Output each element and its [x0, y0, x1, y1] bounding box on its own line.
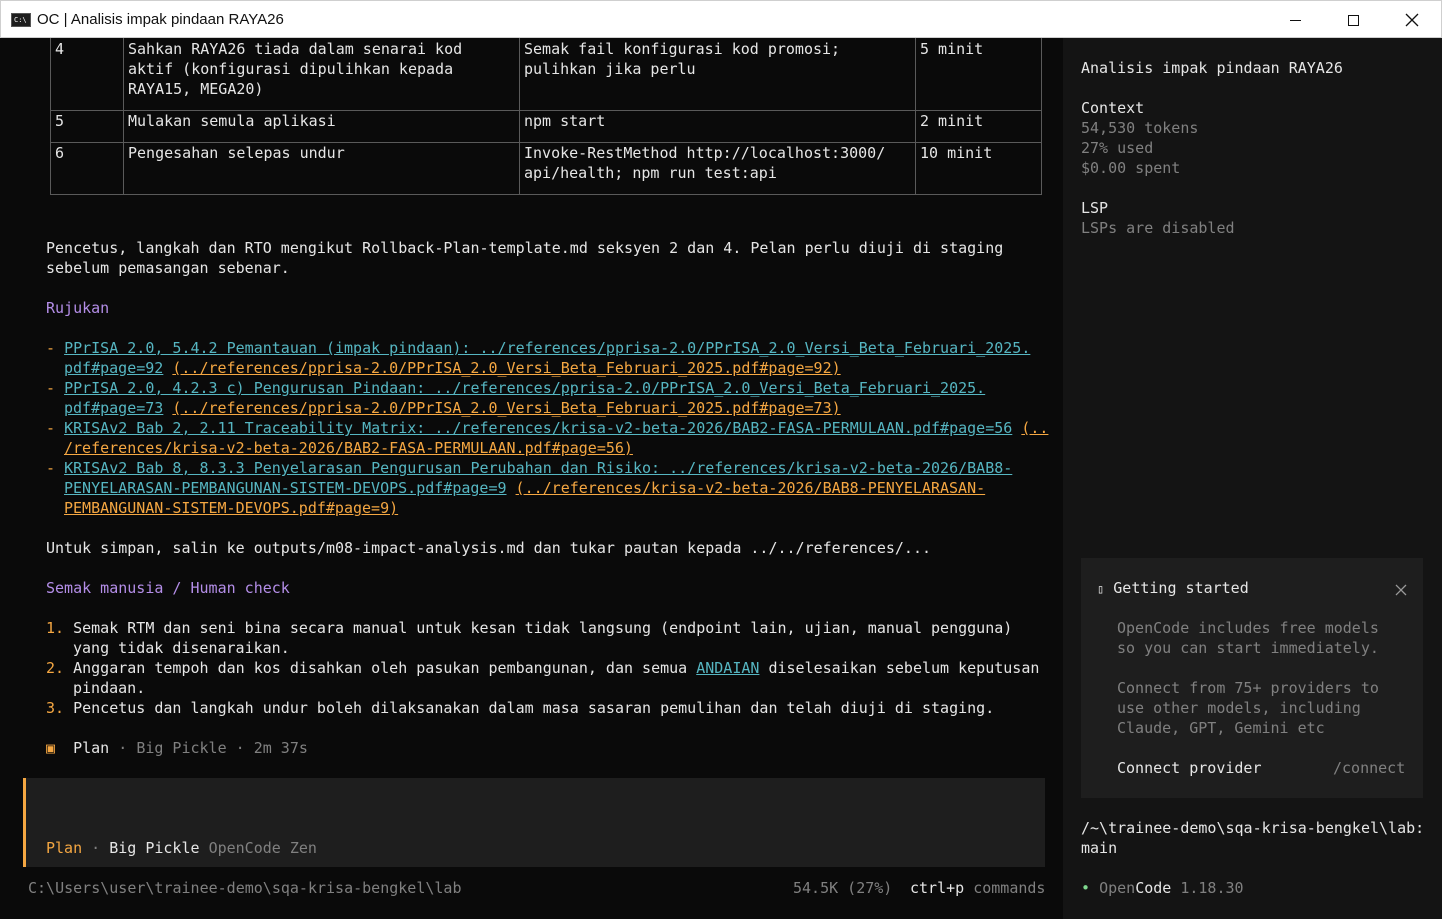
reference-link[interactable]: PPrISA 2.0, 4.2.3 c) Pengurusan Pindaan:… — [64, 379, 985, 397]
step-description: Sahkan RAYA26 tiada dalam senarai kod ak… — [123, 38, 520, 111]
reference-path-link[interactable]: (../references/pprisa-2.0/PPrISA_2.0_Ver… — [172, 399, 840, 417]
step-number: 4 — [50, 38, 124, 111]
reference-item-cont: /references/krisa-v2-beta-2026/BAB2-FASA… — [64, 438, 633, 458]
connect-command: /connect — [1333, 759, 1406, 777]
project-path: /~\trainee-demo\sqa-krisa-bengkel\lab: m… — [1081, 819, 1425, 857]
table-row: 6 Pengesahan selepas undur Invoke-RestMeth… — [50, 142, 1042, 195]
step-description: Pengesahan selepas undur — [123, 142, 520, 195]
message-meta: ▣ Plan · Big Pickle · 2m 37s — [46, 739, 308, 757]
context-label: Context — [1081, 99, 1145, 117]
dismiss-button[interactable] — [1395, 582, 1407, 600]
command-shortcut[interactable]: ctrl+p commands — [910, 878, 1045, 898]
close-button[interactable] — [1383, 1, 1441, 39]
step-duration: 5 minit — [915, 38, 1042, 111]
context-usage: 54.5K (27%) — [793, 879, 893, 897]
reference-item: - KRISAv2 Bab 8, 8.3.3 Penyelarasan Peng… — [46, 459, 1013, 477]
reference-link[interactable]: PENYELARASAN-PEMBANGUNAN-SISTEM-DEVOPS.p… — [64, 479, 507, 497]
reference-item-cont: PEMBANGUNAN-SISTEM-DEVOPS.pdf#page=9) — [64, 498, 398, 518]
list-item: 3. Pencetus dan langkah undur boleh dila… — [46, 699, 995, 717]
connect-provider-button[interactable]: Connect provider — [1117, 758, 1262, 778]
reference-path-link[interactable]: (../references/krisa-v2-beta-2026/BAB8-P… — [516, 479, 986, 497]
reference-link[interactable]: pdf#page=73 — [64, 399, 163, 417]
list-item-cont: pindaan. — [73, 679, 146, 697]
reference-path-link[interactable]: (../references/pprisa-2.0/PPrISA_2.0_Ver… — [172, 359, 840, 377]
step-duration: 10 minit — [915, 142, 1042, 195]
sidebar: Analisis impak pindaan RAYA26 Context 54… — [1063, 38, 1442, 919]
reference-item-cont: pdf#page=73 (../references/pprisa-2.0/PP… — [64, 398, 841, 418]
references-heading: Rujukan — [46, 299, 110, 317]
list-item: 1. Semak RTM dan seni bina secara manual… — [46, 619, 1013, 637]
assumption-link[interactable]: ANDAIAN — [696, 659, 759, 677]
window-title: OC | Analisis impak pindaan RAYA26 — [37, 11, 284, 28]
maximize-icon — [1347, 14, 1359, 26]
minimize-icon — [1289, 19, 1301, 21]
step-action: Invoke-RestMethod http://localhost:3000/… — [519, 142, 916, 195]
maximize-button[interactable] — [1324, 1, 1382, 39]
step-duration: 2 minit — [915, 110, 1042, 143]
cost-spent: $0.00 spent — [1081, 159, 1181, 177]
step-action: Semak fail konfigurasi kod promosi; puli… — [519, 38, 916, 111]
minimize-button[interactable] — [1266, 1, 1324, 39]
save-note: Untuk simpan, salin ke outputs/m08-impac… — [46, 539, 932, 557]
getting-started-text: Connect from 75+ providers to use other … — [1117, 679, 1379, 737]
status-dot-icon: • — [1081, 879, 1091, 897]
list-item: 2. Anggaran tempoh dan kos disahkan oleh… — [46, 659, 1040, 677]
human-check-heading: Semak manusia / Human check — [46, 579, 290, 597]
reference-item: - KRISAv2 Bab 2, 2.11 Traceability Matri… — [46, 419, 1049, 437]
close-icon — [1395, 584, 1407, 596]
conversation-pane: 4 Sahkan RAYA26 tiada dalam senarai kod a… — [0, 38, 1063, 919]
step-number: 5 — [50, 110, 124, 143]
status-bar: C:\Users\user\trainee-demo\sqa-krisa-ben… — [28, 878, 1045, 898]
lsp-status: LSPs are disabled — [1081, 219, 1235, 237]
reference-path-link[interactable]: (.. — [1021, 419, 1048, 437]
reference-item: - PPrISA 2.0, 4.2.3 c) Pengurusan Pindaa… — [46, 379, 986, 397]
session-title: Analisis impak pindaan RAYA26 — [1081, 59, 1343, 77]
reference-link[interactable]: KRISAv2 Bab 8, 8.3.3 Penyelarasan Pengur… — [64, 459, 1012, 477]
reference-link[interactable]: pdf#page=92 — [64, 359, 163, 377]
lsp-label: LSP — [1081, 199, 1109, 217]
reference-item: - PPrISA 2.0, 5.4.2 Pemantauan (impak pi… — [46, 339, 1031, 357]
reference-item-cont: PENYELARASAN-PEMBANGUNAN-SISTEM-DEVOPS.p… — [64, 478, 985, 498]
list-item-cont: yang tidak disenaraikan. — [73, 639, 290, 657]
reference-path-link[interactable]: PEMBANGUNAN-SISTEM-DEVOPS.pdf#page=9) — [64, 499, 398, 517]
info-icon: ▯ — [1097, 582, 1105, 596]
table-row: 5 Mulakan semula aplikasi npm start 2 minit — [50, 110, 1042, 143]
step-action: npm start — [519, 110, 916, 143]
context-used: 27% used — [1081, 139, 1154, 157]
reference-link[interactable]: PPrISA 2.0, 5.4.2 Pemantauan (impak pind… — [64, 339, 1030, 357]
reference-link[interactable]: KRISAv2 Bab 2, 2.11 Traceability Matrix:… — [64, 419, 1012, 437]
table-row: 4 Sahkan RAYA26 tiada dalam senarai kod a… — [50, 38, 1042, 111]
step-number: 6 — [50, 142, 124, 195]
rollback-steps-table: 4 Sahkan RAYA26 tiada dalam senarai kod a… — [50, 38, 1042, 195]
reference-item-cont: pdf#page=92 (../references/pprisa-2.0/PP… — [64, 358, 841, 378]
rollback-note: Pencetus, langkah dan RTO mengikut Rollb… — [46, 239, 1004, 277]
getting-started-title: ▯ Getting started — [1097, 579, 1249, 597]
prompt-input[interactable]: Plan · Big Pickle OpenCode Zen — [23, 778, 1045, 867]
title-bar: C:\ OC | Analisis impak pindaan RAYA26 — [0, 0, 1442, 38]
token-count: 54,530 tokens — [1081, 119, 1199, 137]
getting-started-panel: ▯ Getting started OpenCode includes free… — [1081, 558, 1423, 798]
getting-started-text: OpenCode includes free models so you can… — [1117, 619, 1379, 657]
terminal-icon: C:\ — [11, 13, 31, 27]
plan-icon: ▣ — [46, 739, 56, 757]
close-icon — [1405, 13, 1419, 27]
step-description: Mulakan semula aplikasi — [123, 110, 520, 143]
reference-path-link[interactable]: /references/krisa-v2-beta-2026/BAB2-FASA… — [64, 439, 633, 457]
agent-selector[interactable]: Plan · Big Pickle OpenCode Zen — [46, 838, 317, 858]
working-directory: C:\Users\user\trainee-demo\sqa-krisa-ben… — [28, 879, 462, 897]
app-version: • OpenCode 1.18.30 — [1081, 879, 1244, 897]
